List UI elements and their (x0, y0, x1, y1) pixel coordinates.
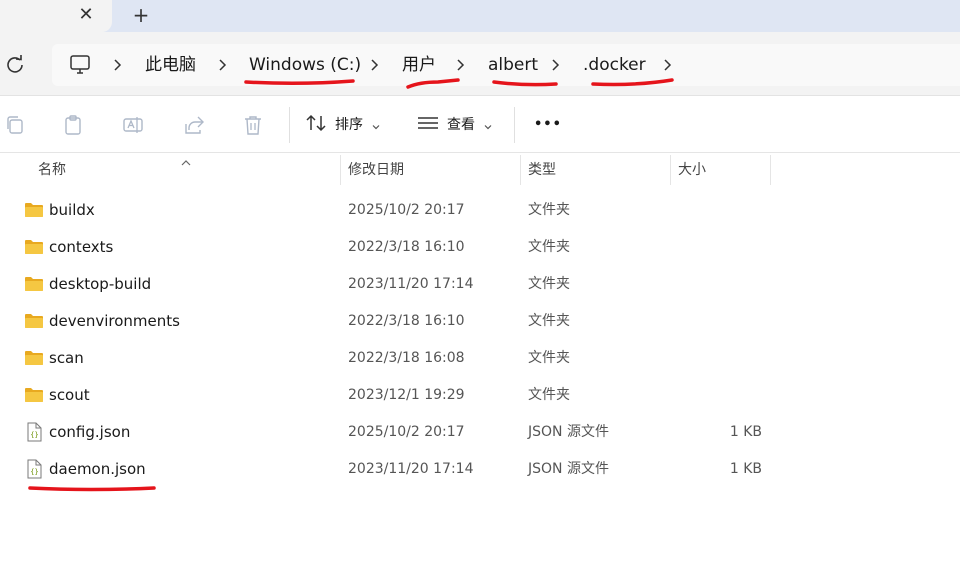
sort-icon (305, 112, 327, 138)
tab-strip: ✕ + (0, 0, 960, 32)
file-row-desktop-build[interactable]: desktop-build 2023/11/20 17:14 文件夹 (0, 266, 960, 303)
column-divider[interactable] (770, 155, 771, 185)
chevron-right-icon[interactable] (456, 54, 466, 76)
chevron-down-icon (483, 120, 493, 130)
json-file-icon: {} (24, 422, 44, 442)
svg-text:{}: {} (30, 468, 38, 476)
file-size: 1 KB (729, 424, 762, 440)
file-type: 文件夹 (528, 276, 570, 292)
copy-icon[interactable] (4, 114, 26, 136)
file-name: devenvironments (49, 312, 180, 330)
file-type: 文件夹 (528, 387, 570, 403)
file-modified: 2022/3/18 16:10 (348, 313, 465, 329)
chevron-right-icon[interactable] (663, 54, 673, 76)
file-name: config.json (49, 423, 131, 441)
file-type: 文件夹 (528, 202, 570, 218)
column-divider[interactable] (520, 155, 521, 185)
file-name: scan (49, 349, 84, 367)
folder-icon (24, 274, 44, 294)
column-header-name[interactable]: 名称 (38, 153, 66, 187)
file-modified: 2023/12/1 19:29 (348, 387, 465, 403)
column-header-row: 名称 修改日期 类型 大小 (0, 153, 960, 187)
tab-active[interactable]: ✕ (0, 0, 112, 32)
view-label: 查看 (447, 117, 475, 133)
underline-daemon-json (28, 486, 156, 492)
file-modified: 2022/3/18 16:10 (348, 239, 465, 255)
folder-icon (24, 385, 44, 405)
file-type: 文件夹 (528, 313, 570, 329)
command-bar: 排序 查看 ••• (0, 97, 960, 153)
file-row-config-json[interactable]: {} config.json 2025/10/2 20:17 JSON 源文件 … (0, 414, 960, 451)
new-tab-button[interactable]: + (130, 3, 152, 27)
column-header-modified[interactable]: 修改日期 (348, 153, 404, 187)
folder-icon (24, 311, 44, 331)
file-size (670, 266, 762, 303)
file-size: 1 KB (729, 461, 762, 477)
sort-label: 排序 (335, 117, 363, 133)
breadcrumb-albert[interactable]: albert (488, 53, 538, 77)
file-row-scout[interactable]: scout 2023/12/1 19:29 文件夹 (0, 377, 960, 414)
file-row-scan[interactable]: scan 2022/3/18 16:08 文件夹 (0, 340, 960, 377)
file-type: JSON 源文件 (528, 424, 609, 440)
refresh-icon[interactable] (4, 52, 26, 76)
file-row-contexts[interactable]: contexts 2022/3/18 16:10 文件夹 (0, 229, 960, 266)
column-header-type[interactable]: 类型 (528, 153, 556, 187)
file-type: 文件夹 (528, 239, 570, 255)
chevron-down-icon (371, 120, 381, 130)
view-list-icon (417, 112, 439, 138)
file-modified: 2022/3/18 16:08 (348, 350, 465, 366)
file-name: desktop-build (49, 275, 152, 293)
paste-icon[interactable] (62, 114, 84, 136)
breadcrumb-drive-c[interactable]: Windows (C:) (249, 53, 361, 77)
sort-ascending-icon (180, 153, 192, 166)
file-row-buildx[interactable]: buildx 2025/10/2 20:17 文件夹 (0, 192, 960, 229)
sort-button[interactable]: 排序 (305, 113, 381, 137)
this-pc-icon[interactable] (69, 54, 91, 76)
chevron-right-icon[interactable] (218, 54, 228, 76)
file-modified: 2025/10/2 20:17 (348, 424, 465, 440)
toolbar-divider (514, 107, 515, 143)
file-name: contexts (49, 238, 114, 256)
folder-icon (24, 200, 44, 220)
file-size (670, 229, 762, 266)
file-row-daemon-json[interactable]: {} daemon.json 2023/11/20 17:14 JSON 源文件… (0, 451, 960, 488)
file-size (670, 192, 762, 229)
file-name: scout (49, 386, 90, 404)
column-header-size[interactable]: 大小 (678, 153, 706, 187)
file-size (670, 303, 762, 340)
svg-text:{}: {} (30, 431, 38, 439)
tab-close-button[interactable]: ✕ (76, 3, 96, 27)
folder-icon (24, 237, 44, 257)
folder-icon (24, 348, 44, 368)
file-type: JSON 源文件 (528, 461, 609, 477)
breadcrumb-this-pc[interactable]: 此电脑 (145, 53, 196, 77)
file-modified: 2025/10/2 20:17 (348, 202, 465, 218)
file-modified: 2023/11/20 17:14 (348, 276, 474, 292)
breadcrumb-docker[interactable]: .docker (583, 53, 646, 77)
share-icon[interactable] (183, 114, 205, 136)
chevron-right-icon[interactable] (370, 54, 380, 76)
file-name: daemon.json (49, 460, 146, 478)
rename-icon[interactable] (122, 114, 144, 136)
json-file-icon: {} (24, 459, 44, 479)
toolbar-divider (289, 107, 290, 143)
file-type: 文件夹 (528, 350, 570, 366)
address-bar[interactable]: 此电脑 Windows (C:) 用户 albert .docker (52, 44, 960, 86)
breadcrumb-users[interactable]: 用户 (402, 53, 436, 77)
view-button[interactable]: 查看 (417, 113, 493, 137)
column-divider[interactable] (670, 155, 671, 185)
delete-icon[interactable] (242, 114, 264, 136)
file-row-devenvironments[interactable]: devenvironments 2022/3/18 16:10 文件夹 (0, 303, 960, 340)
more-icon: ••• (534, 117, 562, 132)
more-options-button[interactable]: ••• (534, 113, 562, 137)
file-modified: 2023/11/20 17:14 (348, 461, 474, 477)
file-list: buildx 2025/10/2 20:17 文件夹 contexts 2022… (0, 192, 960, 488)
chevron-right-icon[interactable] (113, 54, 123, 76)
file-name: buildx (49, 201, 95, 219)
chevron-right-icon[interactable] (551, 54, 561, 76)
file-size (670, 377, 762, 414)
file-size (670, 340, 762, 377)
column-divider[interactable] (340, 155, 341, 185)
address-row: 此电脑 Windows (C:) 用户 albert .docker (0, 32, 960, 96)
